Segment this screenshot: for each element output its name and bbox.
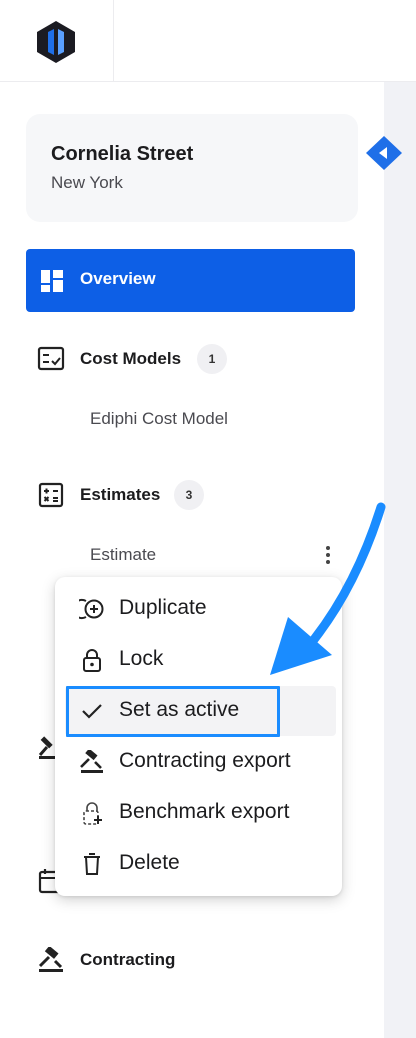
gavel-icon [80,750,103,773]
gavel-icon [38,947,63,972]
menu-item-benchmark-export[interactable]: Benchmark export [55,788,342,838]
menu-item-label: Delete [119,851,180,874]
checklist-icon [37,346,65,371]
nav-item-label: Estimates [80,485,161,504]
menu-item-lock[interactable]: Lock [55,635,342,685]
menu-item-label: Lock [119,647,164,670]
menu-item-contracting-export[interactable]: Contracting export [55,737,342,787]
menu-item-duplicate[interactable]: Duplicate [55,584,342,634]
trash-icon [84,853,100,875]
check-icon [82,704,102,719]
count-badge: 1 [197,344,227,374]
menu-item-delete[interactable]: Delete [55,839,342,889]
nav-item-label: Contracting [80,950,176,969]
project-name: Cornelia Street [51,143,194,165]
subitem-ediphi-cost-model[interactable]: Ediphi Cost Model [90,409,228,429]
count-badge: 3 [174,480,204,510]
more-options-icon[interactable] [318,543,338,567]
nav-item-label: Cost Models [80,349,182,368]
dashboard-icon [41,270,63,292]
menu-item-label: Contracting export [119,749,291,772]
top-bar [0,0,416,82]
nav-item-label: Overview [80,269,156,288]
lock-icon [83,649,101,672]
content-area [384,82,416,1038]
lock-plus-icon [83,802,102,825]
estimate-context-menu: Duplicate Lock Set as active Contracting… [55,577,342,896]
menu-item-label: Set as active [119,698,240,721]
collapse-sidebar-button[interactable] [366,136,402,170]
menu-item-set-as-active[interactable]: Set as active [65,686,336,736]
subitem-estimate[interactable]: Estimate [90,545,156,565]
project-card[interactable]: Cornelia Street New York [26,114,358,222]
menu-item-label: Benchmark export [119,800,290,823]
nav-item-overview[interactable]: Overview [26,249,355,312]
app-logo-icon [37,21,75,63]
project-city: New York [51,173,123,192]
logo-container[interactable] [0,0,114,81]
calculator-icon [38,482,64,508]
duplicate-icon [79,599,104,619]
menu-item-label: Duplicate [119,596,207,619]
